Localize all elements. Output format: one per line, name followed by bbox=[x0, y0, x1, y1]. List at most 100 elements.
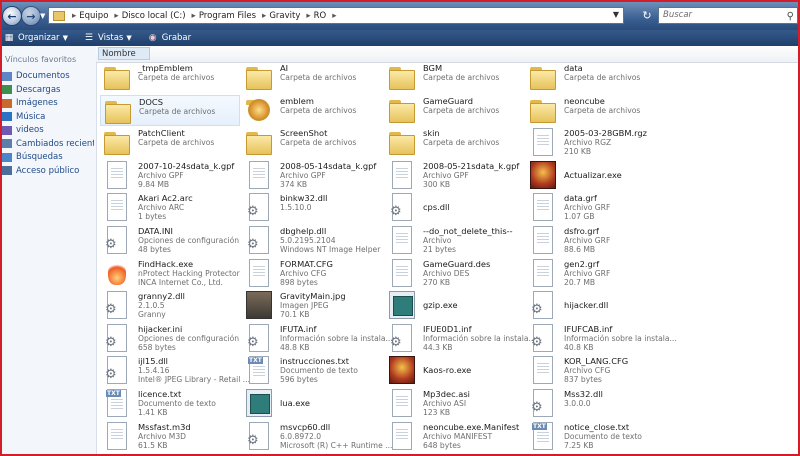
file-item[interactable]: FORMAT.CFG Archivo CFG 898 bytes bbox=[242, 258, 382, 289]
breadcrumb-program-files[interactable]: Program Files bbox=[199, 11, 256, 21]
command-bar: ▦ Organizar ▼ ☰ Vistas ▼ ◉ Grabar bbox=[0, 30, 800, 46]
burn-button[interactable]: ◉ Grabar bbox=[148, 33, 191, 43]
breadcrumb-ro[interactable]: RO bbox=[314, 11, 327, 21]
file-item[interactable]: Actualizar.exe bbox=[526, 160, 666, 191]
file-item[interactable]: lua.exe bbox=[242, 388, 382, 419]
breadcrumb-equipo[interactable]: Equipo bbox=[79, 11, 108, 21]
file-item[interactable]: neoncube Carpeta de archivos bbox=[526, 95, 666, 126]
file-item[interactable]: licence.txtDocumento de texto1.41 KB bbox=[100, 388, 240, 419]
file-item[interactable]: _tmpEmblem Carpeta de archivos bbox=[100, 62, 240, 93]
file-type: 6.0.8972.0 bbox=[280, 431, 322, 441]
file-item[interactable]: emblem Carpeta de archivos bbox=[242, 95, 382, 126]
file-name: FindHack.exe bbox=[138, 258, 194, 269]
file-item[interactable]: Mp3dec.asi Archivo ASI 123 KB bbox=[385, 388, 525, 419]
file-item[interactable]: 2008-05-21sdata_k.gpf Archivo GPF 300 KB bbox=[385, 160, 525, 191]
document-icon bbox=[533, 356, 553, 385]
file-item[interactable]: 2007-10-24sdata_k.gpf Archivo GPF 9.84 MB bbox=[100, 160, 240, 191]
file-item[interactable]: IFUTA.infInformación sobre la instala...… bbox=[242, 323, 393, 354]
sidebar-item-3[interactable]: Música bbox=[2, 111, 94, 123]
file-item[interactable]: msvcp60.dll6.0.8972.0Microsoft (R) C++ R… bbox=[242, 421, 392, 452]
file-name: dsfro.grf bbox=[564, 226, 599, 236]
file-item[interactable]: KOR_LANG.CFG Archivo CFG 837 bytes bbox=[526, 355, 666, 386]
arrow-left-icon: ← bbox=[7, 9, 17, 23]
file-item[interactable]: BGM Carpeta de archivos bbox=[385, 62, 525, 93]
file-size: 40.8 KB bbox=[564, 342, 594, 352]
file-item[interactable]: neoncube.exe.Manifest Archivo MANIFEST 648… bbox=[385, 421, 525, 452]
search-input[interactable]: Buscar ⚲ bbox=[658, 7, 798, 24]
file-item[interactable]: skin Carpeta de archivos bbox=[385, 127, 525, 158]
file-size: Intel® JPEG Library - Retail ... bbox=[138, 375, 250, 385]
folder-icon bbox=[246, 128, 272, 156]
sidebar-item-2[interactable]: Imágenes bbox=[2, 97, 94, 109]
file-name: FORMAT.CFG bbox=[280, 258, 333, 269]
file-item[interactable]: data.grf Archivo GRF 1.07 GB bbox=[526, 192, 666, 223]
file-name: hijacker.ini bbox=[138, 323, 183, 334]
chevron-down-icon[interactable]: ▼ bbox=[613, 10, 619, 19]
file-item[interactable]: ScreenShot Carpeta de archivos bbox=[242, 127, 382, 158]
sidebar-item-5[interactable]: Cambiados recient... bbox=[2, 138, 94, 150]
file-name: Actualizar.exe bbox=[564, 169, 622, 180]
file-name: GameGuard.des bbox=[423, 258, 491, 269]
file-item[interactable]: notice_close.txtDocumento de texto7.25 K… bbox=[526, 421, 666, 452]
breadcrumb-disco-local[interactable]: Disco local (C:) bbox=[122, 11, 186, 21]
file-item[interactable]: Mssfast.m3d Archivo M3D 61.5 KB bbox=[100, 421, 240, 452]
file-name: GameGuard bbox=[423, 95, 474, 106]
back-button[interactable]: ← bbox=[2, 6, 22, 26]
views-button[interactable]: ☰ Vistas ▼ bbox=[84, 33, 132, 43]
forward-button[interactable]: → bbox=[21, 6, 41, 26]
file-item[interactable]: DATA.INIOpciones de configuración48 byte… bbox=[100, 225, 240, 256]
text-file-icon bbox=[106, 389, 127, 417]
config-icon bbox=[390, 323, 412, 352]
file-item[interactable]: gzip.exe bbox=[385, 290, 525, 321]
column-header-name[interactable]: Nombre bbox=[98, 47, 150, 60]
file-type: nProtect Hacking Protector bbox=[138, 268, 240, 278]
file-type: Archivo GRF bbox=[564, 268, 611, 278]
document-icon bbox=[392, 258, 412, 287]
file-type: Carpeta de archivos bbox=[138, 73, 215, 82]
file-name: gzip.exe bbox=[423, 300, 458, 311]
sidebar-item-7[interactable]: Acceso público bbox=[2, 165, 94, 177]
file-item[interactable]: gen2.grf Archivo GRF 20.7 MB bbox=[526, 258, 666, 289]
file-item[interactable]: granny2.dll2.1.0.5Granny bbox=[100, 290, 240, 321]
file-item[interactable]: AI Carpeta de archivos bbox=[242, 62, 382, 93]
file-item[interactable]: 2005-03-28GBM.rgz Archivo RGZ 210 KB bbox=[526, 127, 666, 158]
file-item[interactable]: FindHack.exe nProtect Hacking Protector IN… bbox=[100, 258, 240, 289]
file-item[interactable]: hijacker.dll bbox=[526, 290, 666, 321]
file-item[interactable]: Kaos-ro.exe bbox=[385, 355, 525, 386]
sidebar-item-label: Música bbox=[16, 111, 46, 122]
file-item[interactable]: PatchClient Carpeta de archivos bbox=[100, 127, 240, 158]
file-item[interactable]: GameGuard Carpeta de archivos bbox=[385, 95, 525, 126]
file-type: Archivo GPF bbox=[280, 170, 326, 180]
file-name: IFUE0D1.inf bbox=[423, 323, 472, 334]
sidebar-item-1[interactable]: Descargas bbox=[2, 84, 94, 96]
file-item[interactable]: instrucciones.txtDocumento de texto596 b… bbox=[242, 355, 382, 386]
organize-button[interactable]: ▦ Organizar ▼ bbox=[4, 33, 68, 43]
file-item[interactable]: DOCS Carpeta de archivos bbox=[100, 94, 240, 126]
file-item[interactable]: cps.dll bbox=[385, 192, 525, 223]
file-item[interactable]: dbghelp.dll5.0.2195.2104Windows NT Image… bbox=[242, 225, 382, 256]
file-item[interactable]: IFUFCAB.infInformación sobre la instala.… bbox=[526, 323, 677, 354]
file-item[interactable]: ijl15.dll1.5.4.16Intel® JPEG Library - R… bbox=[100, 355, 250, 386]
file-item[interactable]: Akari Ac2.arc Archivo ARC 1 bytes bbox=[100, 192, 240, 223]
search-icon[interactable]: ⚲ bbox=[787, 9, 794, 24]
file-item[interactable]: GameGuard.des Archivo DES 270 KB bbox=[385, 258, 525, 289]
breadcrumb-gravity[interactable]: Gravity bbox=[269, 11, 300, 21]
sidebar-item-6[interactable]: Búsquedas bbox=[2, 151, 94, 163]
file-item[interactable]: IFUE0D1.infInformación sobre la instala.… bbox=[385, 323, 536, 354]
sidebar-item-4[interactable]: videos bbox=[2, 124, 94, 136]
file-item[interactable]: --do_not_delete_this-- Archivo 21 bytes bbox=[385, 225, 525, 256]
file-item[interactable]: dsfro.grf Archivo GRF 88.6 MB bbox=[526, 225, 666, 256]
file-item[interactable]: binkw32.dll1.5.10.0 bbox=[242, 192, 382, 223]
recent-pages-dropdown[interactable]: ▼ bbox=[40, 12, 46, 20]
file-size: 21 bytes bbox=[423, 245, 456, 254]
file-item[interactable]: hijacker.iniOpciones de configuración658… bbox=[100, 323, 240, 354]
refresh-icon[interactable]: ↻ bbox=[640, 9, 654, 23]
sidebar-item-0[interactable]: Documentos bbox=[2, 70, 94, 82]
file-type: Archivo GRF bbox=[564, 236, 611, 245]
file-item[interactable]: GravityMain.jpg Imagen JPEG 70.1 KB bbox=[242, 290, 382, 321]
breadcrumb[interactable]: ▸ Equipo ▸ Disco local (C:) ▸ Program Fi… bbox=[48, 7, 624, 24]
file-item[interactable]: Mss32.dll3.0.0.0 bbox=[526, 388, 666, 419]
file-item[interactable]: 2008-05-14sdata_k.gpf Archivo GPF 374 KB bbox=[242, 160, 382, 191]
file-name: licence.txt bbox=[138, 389, 182, 399]
file-item[interactable]: data Carpeta de archivos bbox=[526, 62, 666, 93]
